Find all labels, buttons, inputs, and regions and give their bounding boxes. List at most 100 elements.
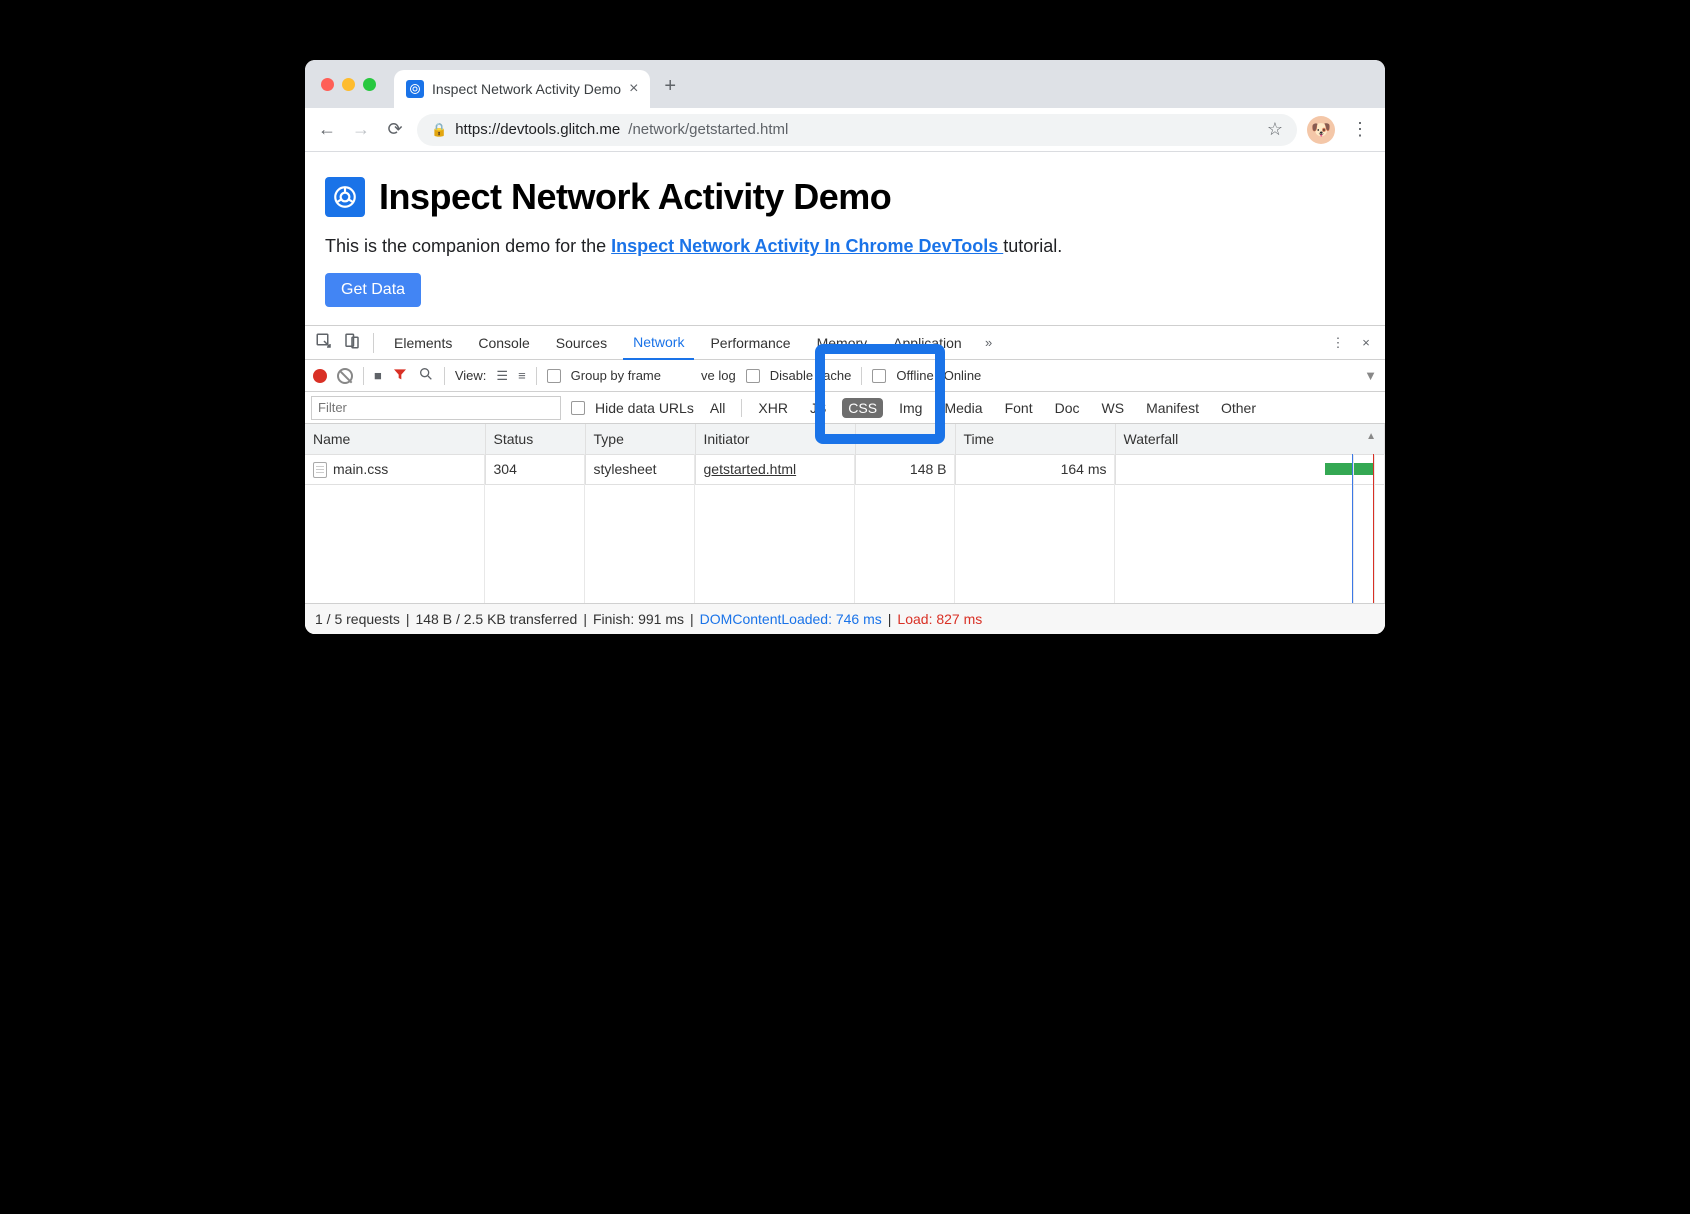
reload-button[interactable]: ⟳	[383, 119, 407, 140]
inspect-element-icon[interactable]	[313, 332, 335, 353]
address-bar[interactable]: 🔒 https://devtools.glitch.me/network/get…	[417, 114, 1297, 146]
page-description: This is the companion demo for the Inspe…	[325, 236, 1365, 257]
col-status[interactable]: Status	[485, 424, 585, 454]
network-status-bar: 1 / 5 requests | 148 B / 2.5 KB transfer…	[305, 604, 1385, 634]
filter-type-css[interactable]: CSS	[842, 398, 883, 418]
status-transferred: 148 B / 2.5 KB transferred	[415, 611, 577, 627]
col-waterfall[interactable]: Waterfall	[1115, 424, 1385, 454]
tab-strip: Inspect Network Activity Demo × +	[305, 60, 1385, 108]
tab-sources[interactable]: Sources	[546, 326, 617, 360]
desc-pre: This is the companion demo for the	[325, 236, 611, 256]
tab-console[interactable]: Console	[468, 326, 539, 360]
table-header-row: Name Status Type Initiator Size Time Wat…	[305, 424, 1385, 454]
back-button[interactable]: ←	[315, 119, 339, 140]
profile-avatar[interactable]: 🐶	[1307, 116, 1335, 144]
filter-icon[interactable]	[392, 366, 408, 385]
status-domcontentloaded: DOMContentLoaded: 746 ms	[700, 611, 882, 627]
maximize-window-button[interactable]	[363, 78, 376, 91]
devtools-tabs: Elements Console Sources Network Perform…	[305, 326, 1385, 360]
overview-icon[interactable]: ≡	[518, 368, 526, 383]
lock-icon: 🔒	[431, 122, 447, 138]
filter-type-ws[interactable]: WS	[1096, 398, 1131, 418]
filter-type-img[interactable]: Img	[893, 398, 928, 418]
cell-status: 304	[485, 454, 585, 484]
filter-type-font[interactable]: Font	[999, 398, 1039, 418]
filter-type-all[interactable]: All	[704, 398, 732, 418]
cell-initiator: getstarted.html	[695, 454, 855, 484]
devtools-settings-icon[interactable]: ⋮	[1327, 335, 1349, 351]
file-icon	[313, 462, 327, 478]
online-label[interactable]: Online	[944, 368, 982, 383]
filter-type-media[interactable]: Media	[938, 398, 988, 418]
url-host: https://devtools.glitch.me	[455, 121, 620, 138]
filter-type-xhr[interactable]: XHR	[752, 398, 794, 418]
view-label: View:	[455, 368, 487, 383]
tab-performance[interactable]: Performance	[700, 326, 800, 360]
tab-memory[interactable]: Memory	[807, 326, 878, 360]
col-name[interactable]: Name	[305, 424, 485, 454]
group-by-frame-checkbox[interactable]	[547, 369, 561, 383]
devtools-panel: Elements Console Sources Network Perform…	[305, 325, 1385, 634]
disable-cache-label: Disable cache	[770, 368, 852, 383]
tutorial-link[interactable]: Inspect Network Activity In Chrome DevTo…	[611, 236, 1003, 256]
close-window-button[interactable]	[321, 78, 334, 91]
offline-checkbox[interactable]	[872, 369, 886, 383]
devtools-close-icon[interactable]: ×	[1355, 335, 1377, 350]
initiator-link[interactable]: getstarted.html	[704, 461, 797, 477]
search-icon[interactable]	[418, 366, 434, 385]
network-toolbar: ■ View: ☰ ≡ Group by frame ve log Disabl…	[305, 360, 1385, 392]
col-initiator[interactable]: Initiator	[695, 424, 855, 454]
offline-label: Offline	[896, 368, 933, 383]
filter-type-other[interactable]: Other	[1215, 398, 1262, 418]
hide-data-urls-label: Hide data URLs	[595, 400, 694, 416]
tab-application[interactable]: Application	[883, 326, 972, 360]
cell-type: stylesheet	[585, 454, 695, 484]
large-rows-icon[interactable]: ☰	[496, 368, 508, 384]
forward-button[interactable]: →	[349, 119, 373, 140]
hide-data-urls-checkbox[interactable]	[571, 401, 585, 415]
filter-type-js[interactable]: JS	[804, 398, 832, 418]
get-data-button[interactable]: Get Data	[325, 273, 421, 307]
window-controls	[321, 78, 376, 91]
throttling-dropdown-icon[interactable]: ▼	[1364, 368, 1377, 383]
page-title: Inspect Network Activity Demo	[379, 176, 891, 218]
table-row[interactable]: main.css 304 stylesheet getstarted.html …	[305, 454, 1385, 484]
tab-title: Inspect Network Activity Demo	[432, 81, 621, 97]
filter-type-manifest[interactable]: Manifest	[1140, 398, 1205, 418]
page-content: Inspect Network Activity Demo This is th…	[305, 152, 1385, 325]
device-toolbar-icon[interactable]	[341, 332, 363, 353]
minimize-window-button[interactable]	[342, 78, 355, 91]
filter-type-doc[interactable]: Doc	[1049, 398, 1086, 418]
disable-cache-checkbox[interactable]	[746, 369, 760, 383]
browser-menu-icon[interactable]: ⋮	[1345, 119, 1375, 140]
new-tab-button[interactable]: +	[664, 75, 676, 98]
clear-button[interactable]	[337, 368, 353, 384]
camera-icon[interactable]: ■	[374, 368, 382, 383]
browser-tab[interactable]: Inspect Network Activity Demo ×	[394, 70, 650, 108]
tab-elements[interactable]: Elements	[384, 326, 462, 360]
network-table: Name Status Type Initiator Size Time Wat…	[305, 424, 1385, 604]
network-filter-bar: Hide data URLs All XHR JS CSS Img Media …	[305, 392, 1385, 424]
status-load: Load: 827 ms	[897, 611, 982, 627]
close-tab-icon[interactable]: ×	[629, 80, 638, 98]
cell-size: 148 B	[855, 454, 955, 484]
bookmark-icon[interactable]: ☆	[1267, 119, 1283, 140]
cell-name: main.css	[305, 454, 485, 484]
col-type[interactable]: Type	[585, 424, 695, 454]
col-time[interactable]: Time	[955, 424, 1115, 454]
url-path: /network/getstarted.html	[628, 121, 788, 138]
cell-time: 164 ms	[955, 454, 1115, 484]
filter-input[interactable]	[311, 396, 561, 420]
page-logo-icon	[325, 177, 365, 217]
more-tabs-icon[interactable]: »	[978, 335, 1000, 350]
browser-window: Inspect Network Activity Demo × + ← → ⟳ …	[305, 60, 1385, 634]
desc-post: tutorial.	[1003, 236, 1062, 256]
col-size[interactable]: Size	[855, 424, 955, 454]
preserve-log-label-partial: ve log	[701, 368, 736, 383]
status-finish: Finish: 991 ms	[593, 611, 684, 627]
group-by-frame-label: Group by frame	[571, 368, 661, 383]
cell-waterfall	[1115, 454, 1385, 484]
tab-network[interactable]: Network	[623, 326, 694, 360]
record-button[interactable]	[313, 369, 327, 383]
browser-toolbar: ← → ⟳ 🔒 https://devtools.glitch.me/netwo…	[305, 108, 1385, 152]
